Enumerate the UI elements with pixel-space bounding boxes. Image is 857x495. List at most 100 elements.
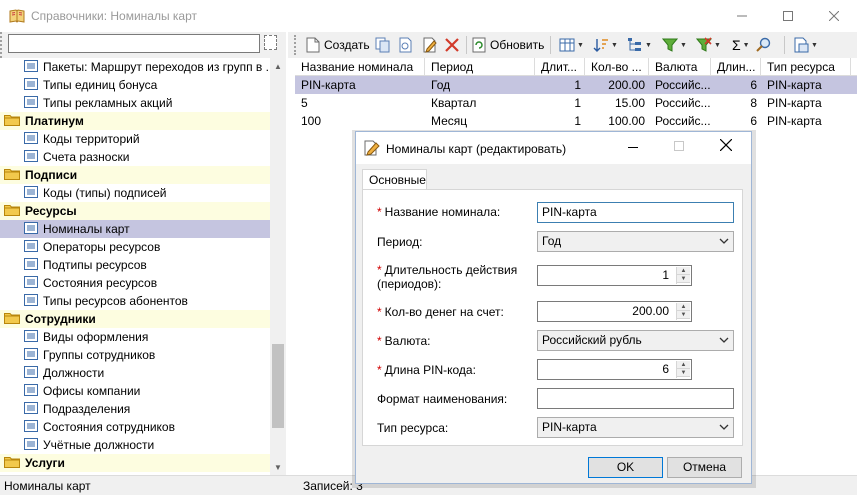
column-header[interactable]: Длит... xyxy=(535,58,585,75)
tree-item[interactable]: Коды территорий xyxy=(0,130,270,148)
tree-item[interactable]: Должности xyxy=(0,364,270,382)
view-button[interactable] xyxy=(398,36,414,54)
tree-item[interactable]: Состояния ресурсов xyxy=(0,274,270,292)
list-icon xyxy=(24,95,38,111)
dialog-title-bar: Номиналы карт (редактировать) xyxy=(356,132,751,164)
columns-button[interactable]: ▼ xyxy=(559,36,584,54)
column-header[interactable]: Валюта xyxy=(649,58,711,75)
table-row[interactable]: PIN-карта Год 1 200.00 Российс... 6 PIN-карта xyxy=(295,76,857,94)
tree-item[interactable]: Счета разноски xyxy=(0,148,270,166)
required-mark: * xyxy=(377,205,382,219)
list-icon xyxy=(24,257,38,273)
table-row[interactable]: 100 Месяц 1 100.00 Российс... 6 PIN-карта xyxy=(295,112,857,130)
chevron-down-icon xyxy=(719,337,729,343)
column-header[interactable]: Кол-во ... xyxy=(585,58,649,75)
totals-button[interactable]: Σ ▼ xyxy=(732,36,750,54)
ok-button[interactable]: OK xyxy=(588,457,663,478)
tree-label: Типы рекламных акций xyxy=(43,96,173,110)
name-label-text: Название номинала: xyxy=(384,205,501,219)
tree-label: Состояния ресурсов xyxy=(43,276,158,290)
tree-label: Операторы ресурсов xyxy=(43,240,161,254)
tree-item[interactable]: Подразделения xyxy=(0,400,270,418)
tree-label: Учётные должности xyxy=(43,438,155,452)
name-format-input[interactable] xyxy=(537,388,734,409)
tree-category[interactable]: Платинум xyxy=(0,112,270,130)
tree-item[interactable]: Типы единиц бонуса xyxy=(0,76,270,94)
dialog-close-button[interactable] xyxy=(714,138,738,158)
amount-value: 200.00 xyxy=(632,304,669,318)
spin-down-icon[interactable]: ▼ xyxy=(677,275,690,283)
column-header[interactable]: Название номинала xyxy=(295,58,425,75)
tree-scrollbar[interactable]: ▲ ▼ xyxy=(270,58,286,475)
filter-options-button[interactable] xyxy=(264,35,277,50)
tree-item[interactable]: Типы рекламных акций xyxy=(0,94,270,112)
pin-length-spin-buttons[interactable]: ▲ ▼ xyxy=(676,361,690,378)
clear-filter-button[interactable]: ▼ xyxy=(696,36,721,54)
tree-category[interactable]: Ресурсы xyxy=(0,202,270,220)
minimize-button[interactable] xyxy=(719,0,765,32)
dialog-maximize-icon[interactable] xyxy=(674,141,684,151)
list-icon xyxy=(24,365,38,381)
dialog-minimize-icon[interactable] xyxy=(628,147,638,148)
tree-category[interactable]: Сотрудники xyxy=(0,310,270,328)
group-button[interactable]: ▼ xyxy=(627,36,652,54)
scroll-thumb[interactable] xyxy=(272,344,284,428)
tree-category[interactable]: Подписи xyxy=(0,166,270,184)
edit-button[interactable] xyxy=(422,36,438,54)
cancel-button[interactable]: Отмена xyxy=(667,457,742,478)
duration-spin-buttons[interactable]: ▲ ▼ xyxy=(676,267,690,284)
currency-label-text: Валюта: xyxy=(384,334,431,348)
spin-down-icon[interactable]: ▼ xyxy=(677,369,690,377)
resource-type-select[interactable]: PIN-карта xyxy=(537,417,734,438)
maximize-button[interactable] xyxy=(765,0,811,32)
tree-item[interactable]: Виды оформления xyxy=(0,328,270,346)
search-button[interactable] xyxy=(756,36,772,54)
toolbar-grip[interactable] xyxy=(0,32,4,58)
scroll-up-arrow-icon[interactable]: ▲ xyxy=(270,58,286,74)
tree-label: Должности xyxy=(43,366,105,380)
table-cell: Российс... xyxy=(655,114,711,128)
copy-button[interactable] xyxy=(375,36,391,54)
tree-item[interactable]: Офисы компании xyxy=(0,382,270,400)
scroll-down-arrow-icon[interactable]: ▼ xyxy=(270,459,286,475)
amount-spin-buttons[interactable]: ▲ ▼ xyxy=(676,303,690,320)
tree-category[interactable]: Услуги xyxy=(0,454,270,472)
tab-main[interactable]: Основные xyxy=(362,169,427,190)
currency-select[interactable]: Российский рубль xyxy=(537,330,734,351)
tree-item[interactable]: Учётные должности xyxy=(0,436,270,454)
table-cell: PIN-карта xyxy=(767,78,822,92)
amount-stepper[interactable]: 200.00 ▲ ▼ xyxy=(537,301,692,322)
refresh-button[interactable]: Обновить xyxy=(472,36,544,54)
period-select[interactable]: Год xyxy=(537,231,734,252)
tree-label: Номиналы карт xyxy=(43,222,130,236)
duration-stepper[interactable]: 1 ▲ ▼ xyxy=(537,265,692,286)
column-header[interactable]: Длин... xyxy=(711,58,761,75)
column-header[interactable]: Тип ресурса xyxy=(761,58,851,75)
tree-item[interactable]: Пакеты: Маршрут переходов из групп в ... xyxy=(0,58,270,76)
filter-button[interactable]: ▼ xyxy=(662,36,687,54)
sort-button[interactable]: ▼ xyxy=(593,36,618,54)
tree-item[interactable]: Состояния сотрудников xyxy=(0,418,270,436)
create-button[interactable]: Создать xyxy=(306,36,370,54)
spin-up-icon[interactable]: ▲ xyxy=(677,267,690,275)
pin-length-stepper[interactable]: 6 ▲ ▼ xyxy=(537,359,692,380)
spin-up-icon[interactable]: ▲ xyxy=(677,303,690,311)
spin-down-icon[interactable]: ▼ xyxy=(677,311,690,319)
spin-up-icon[interactable]: ▲ xyxy=(677,361,690,369)
tree-item[interactable]: Номиналы карт xyxy=(0,220,270,238)
name-input[interactable]: PIN-карта xyxy=(537,202,734,223)
table-row[interactable]: 5 Квартал 1 15.00 Российс... 8 PIN-карта xyxy=(295,94,857,112)
export-button[interactable]: ▼ xyxy=(793,36,818,54)
close-button[interactable] xyxy=(811,0,857,32)
list-icon xyxy=(24,293,38,309)
column-header[interactable]: Период xyxy=(425,58,535,75)
delete-button[interactable] xyxy=(444,36,460,54)
tree-item[interactable]: Подтипы ресурсов xyxy=(0,256,270,274)
tree-item[interactable]: Операторы ресурсов xyxy=(0,238,270,256)
tree-filter-input[interactable] xyxy=(8,34,260,53)
tree-item[interactable]: Группы сотрудников xyxy=(0,346,270,364)
tree-item[interactable]: Коды (типы) подписей xyxy=(0,184,270,202)
tree-label: Состояния сотрудников xyxy=(43,420,175,434)
tree-item[interactable]: Типы ресурсов абонентов xyxy=(0,292,270,310)
toolbar-grip[interactable] xyxy=(294,35,297,55)
